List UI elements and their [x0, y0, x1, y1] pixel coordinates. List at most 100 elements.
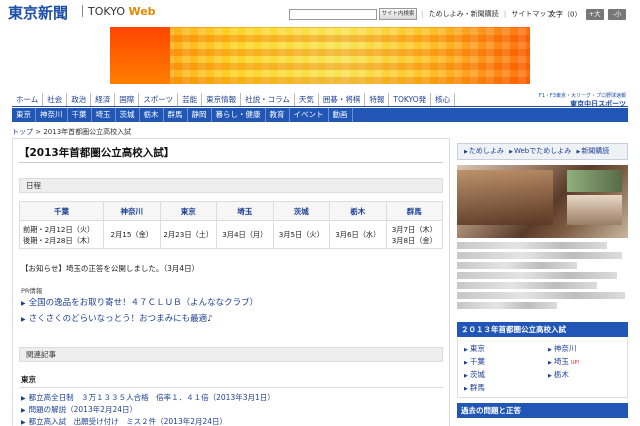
exam-box-title: ２０１３年首都圏公立高校入試 [457, 322, 628, 337]
schedule-cell-gunma: 3月7日（木） 3月8日（金） [385, 220, 443, 249]
nav-region-saitama[interactable]: 埼玉 [92, 108, 116, 122]
nav-editorials[interactable]: 社説・コラム [241, 93, 295, 106]
schedule-cell-chiba: 前期・2月12日（火） 後期・2月28日（木） [19, 220, 104, 249]
triangle-right-icon: ▶ [464, 360, 468, 366]
sidebar-ad-image[interactable] [457, 165, 628, 238]
triangle-right-icon: ▶ [464, 347, 468, 353]
schedule-header-kanagawa: 神奈川 [103, 201, 161, 221]
nav-region-shizuoka[interactable]: 静岡 [188, 108, 212, 122]
nav-kakushin[interactable]: 核心 [431, 93, 456, 106]
regional-nav: 東京 神奈川 千葉 埼玉 茨城 栃木 群馬 静岡 暮らし・健康 教育 イベント … [12, 108, 628, 122]
nav-go-shogi[interactable]: 囲碁・将棋 [319, 93, 366, 106]
triangle-right-icon: ▶ [548, 373, 552, 379]
sitemap-link[interactable]: サイトマップ [511, 10, 553, 18]
related-subheading-tokyo: 東京 [21, 375, 36, 384]
arrow-right-icon: ▶ [21, 300, 26, 307]
nav-region-kanagawa[interactable]: 神奈川 [36, 108, 68, 122]
font-larger-button[interactable]: +大 [585, 9, 604, 20]
nav-events[interactable]: イベント [290, 108, 329, 122]
nav-video[interactable]: 動画 [329, 108, 353, 122]
pref-link-chiba[interactable]: ▶ 千葉 [464, 356, 485, 367]
nav-region-tokyo[interactable]: 東京 [12, 108, 36, 122]
nav-region-tochigi[interactable]: 栃木 [140, 108, 164, 122]
schedule-header-gunma: 群馬 [385, 201, 443, 221]
pref-link-kanagawa[interactable]: ▶ 神奈川 [548, 343, 576, 354]
nav-region-chiba[interactable]: 千葉 [68, 108, 92, 122]
breadcrumb-home[interactable]: トップ [12, 128, 33, 136]
schedule-cell-saitama: 3月4日（月） [216, 220, 274, 249]
primary-nav: ホーム 社会 政治 経済 国際 スポーツ 芸能 東京情報 社説・コラム 天気 囲… [12, 93, 628, 107]
triangle-right-icon: ▶ [464, 386, 468, 392]
nav-region-gunma[interactable]: 群馬 [164, 108, 188, 122]
site-logo[interactable]: 東京新聞 [8, 2, 68, 23]
tokyo-web-logo[interactable]: TOKYO Web [88, 5, 156, 18]
schedule-header-ibaraki: 茨城 [272, 201, 330, 221]
nav-life-health[interactable]: 暮らし・健康 [212, 108, 266, 122]
site-search-button[interactable]: サイト内検索 [379, 8, 417, 20]
pref-link-saitama[interactable]: ▶ 埼玉 UP! [548, 356, 580, 367]
search-input[interactable] [289, 9, 377, 20]
triangle-right-icon: ▶ [509, 149, 513, 155]
breadcrumb-current: 2013年首都圏公立高校入試 [43, 128, 132, 136]
site-header: 東京新聞 TOKYO Web サイト内検索 | ためしよみ・新聞購読 | サイト… [0, 0, 640, 24]
schedule-cell-kanagawa: 2月15（金） [103, 220, 161, 249]
nav-tokyo-info[interactable]: 東京情報 [202, 93, 242, 106]
updated-badge: UP! [570, 360, 580, 366]
pr-link-natto[interactable]: ▶ さくさくのどらいなっとう！おつまみにも最適♪ [21, 312, 213, 324]
subscribe-link[interactable]: ためしよみ・新聞購読 [429, 10, 499, 18]
page-title: 【2013年首都圏公立高校入試】 [19, 147, 175, 159]
triangle-right-icon: ▶ [464, 373, 468, 379]
schedule-heading: 日程 [19, 178, 443, 193]
pref-link-gunma[interactable]: ▶ 群馬 [464, 382, 485, 393]
past-exams-title: 過去の問題と正答 [457, 403, 628, 418]
triangle-right-icon: ▶ [548, 360, 552, 366]
nav-weather[interactable]: 天気 [295, 93, 319, 106]
triangle-right-icon: ▶ [576, 149, 581, 155]
nav-society[interactable]: 社会 [43, 93, 68, 106]
sidebar-ad-text-blurred [457, 242, 628, 317]
schedule-table: 千葉 神奈川 東京 埼玉 茨城 栃木 群馬 前期・2月12日（火） 後期・2月28… [19, 201, 443, 249]
tab-trial[interactable]: ためしよみ [469, 147, 504, 155]
nav-education[interactable]: 教育 [266, 108, 290, 122]
pref-link-tochigi[interactable]: ▶ 栃木 [548, 369, 569, 380]
pref-link-ibaraki[interactable]: ▶ 茨城 [464, 369, 485, 380]
nav-entertainment[interactable]: 芸能 [178, 93, 203, 106]
schedule-header-tokyo: 東京 [159, 201, 217, 221]
chunichi-sports-link[interactable]: F1・F3東京・大リーグ・プロ野球速報 東京中日スポーツ [539, 92, 626, 109]
tab-subscribe[interactable]: 新聞購読 [581, 147, 609, 155]
nav-economy[interactable]: 経済 [91, 93, 116, 106]
nav-region-ibaraki[interactable]: 茨城 [116, 108, 140, 122]
title-divider [19, 162, 443, 163]
arrow-right-icon: ▶ [21, 395, 26, 402]
pref-link-tokyo[interactable]: ▶ 東京 [464, 343, 485, 354]
triangle-right-icon: ▶ [464, 149, 468, 155]
pr-label: PR情報 [21, 287, 43, 295]
subscription-tabs: ▶ためしよみ ▶Webでためしよみ ▶新聞購読 [457, 143, 628, 160]
arrow-right-icon: ▶ [21, 316, 26, 323]
nav-tokyo-hatsu[interactable]: TOKYO発 [389, 93, 432, 106]
related-article-link[interactable]: ▶ 都立高入試 出願受け付け ミス２件（2013年2月24日） [21, 416, 227, 426]
banner-ad[interactable] [110, 27, 530, 84]
schedule-cell-tokyo: 2月23日（土） [159, 220, 217, 249]
nav-international[interactable]: 国際 [115, 93, 140, 106]
font-size-label: 文字（0） [549, 10, 582, 19]
tab-web-trial[interactable]: Webでためしよみ [514, 147, 571, 155]
prefecture-links: ▶ 東京 ▶ 神奈川 ▶ 千葉 ▶ 埼玉 UP! ▶ 茨城 ▶ 栃木 ▶ 群馬 [457, 339, 628, 398]
nav-sports[interactable]: スポーツ [139, 93, 179, 106]
schedule-header-chiba: 千葉 [19, 201, 104, 221]
schedule-cell-ibaraki: 3月5日（火） [272, 220, 330, 249]
triangle-right-icon: ▶ [548, 347, 552, 353]
pr-link-47club[interactable]: ▶ 全国の逸品をお取り寄せ！４７ＣＬＵＢ（よんななクラブ） [21, 296, 258, 308]
nav-special[interactable]: 特報 [365, 93, 390, 106]
top-links: | ためしよみ・新聞購読 | サイトマップ [421, 10, 554, 18]
related-article-link[interactable]: ▶ 問題の解説（2013年2月24日） [21, 404, 137, 415]
nav-politics[interactable]: 政治 [67, 93, 92, 106]
font-smaller-button[interactable]: -小 [607, 9, 626, 20]
schedule-header-saitama: 埼玉 [216, 201, 274, 221]
related-article-link[interactable]: ▶ 都立高全日制 ３万１３３５人合格 倍率１．４１倍（2013年3月1日） [21, 392, 275, 403]
main-content: 【2013年首都圏公立高校入試】 日程 千葉 神奈川 東京 埼玉 茨城 栃木 群… [12, 138, 450, 426]
arrow-right-icon: ▶ [21, 407, 26, 414]
related-heading: 関連記事 [19, 347, 443, 362]
nav-home[interactable]: ホーム [12, 93, 44, 106]
chunichi-tagline: F1・F3東京・大リーグ・プロ野球速報 [538, 93, 626, 99]
